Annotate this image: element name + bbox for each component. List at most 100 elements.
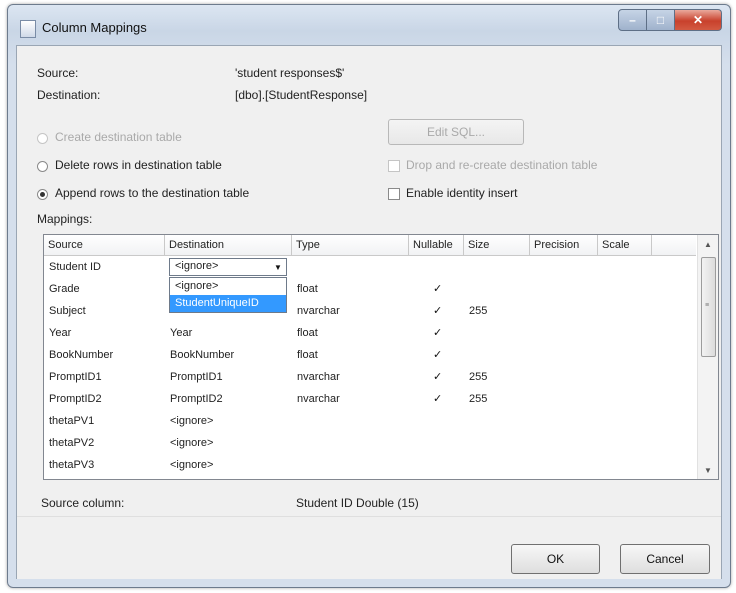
precision-cell [530, 322, 598, 344]
column-header-scale[interactable]: Scale [598, 235, 652, 255]
nullable-cell [409, 454, 464, 476]
size-cell [464, 278, 530, 300]
button-bar: OK Cancel [17, 516, 721, 579]
nullable-cell [409, 410, 464, 432]
ok-button[interactable]: OK [511, 544, 600, 574]
scale-cell [598, 300, 652, 322]
column-header-destination[interactable]: Destination [165, 235, 292, 255]
table-row[interactable]: PromptID2 PromptID2 nvarchar ✓ 255 [44, 388, 696, 410]
cancel-label: Cancel [646, 552, 684, 566]
size-cell: 255 [469, 305, 488, 317]
destination-cell[interactable]: <ignore> [165, 410, 292, 432]
cancel-button[interactable]: Cancel [620, 544, 710, 574]
delete-rows-radio[interactable] [37, 161, 48, 172]
nullable-cell: ✓ [409, 300, 464, 322]
destination-cell[interactable]: <ignore> [165, 432, 292, 454]
dropdown-option-ignore[interactable]: <ignore> [170, 278, 286, 295]
title-bar[interactable]: Column Mappings – □ ✕ [8, 5, 730, 45]
create-table-radio[interactable] [37, 133, 48, 144]
source-cell: Grade [49, 283, 80, 295]
nullable-cell: ✓ [409, 344, 464, 366]
destination-combo[interactable]: <ignore> ▼ [169, 258, 287, 276]
grid-vertical-scrollbar[interactable]: ▲ ≡ ▼ [697, 235, 718, 479]
dropdown-option-studentuniqueid[interactable]: StudentUniqueID [170, 295, 286, 312]
source-cell: PromptID1 [49, 371, 102, 383]
destination-cell[interactable]: BookNumber [165, 344, 292, 366]
scale-cell [598, 432, 652, 454]
checkmark-icon[interactable]: ✓ [433, 350, 443, 361]
checkmark-icon[interactable]: ✓ [433, 306, 443, 317]
table-row[interactable]: Grade float ✓ [44, 278, 696, 300]
enable-identity-checkbox[interactable] [388, 188, 400, 200]
column-header-size[interactable]: Size [464, 235, 530, 255]
close-button[interactable]: ✕ [675, 9, 722, 31]
mappings-label: Mappings: [37, 212, 93, 226]
source-value: 'student responses$' [235, 66, 345, 80]
table-row[interactable]: thetaPV3 <ignore> [44, 454, 696, 476]
destination-cell[interactable]: <ignore> [165, 454, 292, 476]
precision-cell [530, 454, 598, 476]
table-row[interactable]: thetaPV2 <ignore> [44, 432, 696, 454]
maximize-icon: □ [656, 13, 665, 27]
enable-identity-label: Enable identity insert [406, 186, 518, 200]
size-cell: 255 [469, 371, 488, 383]
window-icon [20, 20, 36, 38]
chevron-down-icon[interactable]: ▼ [270, 259, 286, 275]
nullable-cell: ✓ [409, 366, 464, 388]
edit-sql-button[interactable]: Edit SQL... [388, 119, 524, 145]
checkmark-icon[interactable]: ✓ [433, 372, 443, 383]
size-cell [464, 432, 530, 454]
table-row[interactable]: Subject nvarchar ✓ 255 [44, 300, 696, 322]
nullable-cell: ✓ [409, 388, 464, 410]
drop-recreate-checkbox[interactable] [388, 160, 400, 172]
scale-cell [598, 344, 652, 366]
source-cell: BookNumber [49, 349, 114, 361]
table-row[interactable]: Student ID [44, 256, 696, 278]
source-label: Source: [37, 66, 79, 80]
size-cell: 255 [469, 393, 488, 405]
drop-recreate-label: Drop and re-create destination table [406, 158, 598, 172]
precision-cell [530, 256, 598, 278]
precision-cell [530, 366, 598, 388]
scale-cell [598, 366, 652, 388]
column-header-type[interactable]: Type [292, 235, 409, 255]
caption-buttons: – □ ✕ [618, 9, 722, 31]
destination-cell[interactable]: Year [165, 322, 292, 344]
source-cell: Year [49, 327, 72, 339]
size-cell [464, 410, 530, 432]
table-row[interactable]: BookNumber BookNumber float ✓ [44, 344, 696, 366]
maximize-button[interactable]: □ [647, 9, 675, 31]
create-table-label: Create destination table [55, 130, 182, 144]
minimize-icon: – [629, 13, 636, 27]
table-row[interactable]: thetaPV1 <ignore> [44, 410, 696, 432]
append-rows-radio[interactable] [37, 189, 48, 200]
scale-cell [598, 410, 652, 432]
destination-cell[interactable]: PromptID2 [165, 388, 292, 410]
destination-cell[interactable]: PromptID1 [165, 366, 292, 388]
destination-label: Destination: [37, 88, 101, 102]
column-header-precision[interactable]: Precision [530, 235, 598, 255]
destination-dropdown-list: <ignore> StudentUniqueID [169, 277, 287, 313]
precision-cell [530, 388, 598, 410]
scale-cell [598, 278, 652, 300]
column-header-source[interactable]: Source [44, 235, 165, 255]
append-rows-label: Append rows to the destination table [55, 186, 250, 200]
precision-cell [530, 344, 598, 366]
nullable-cell: ✓ [409, 278, 464, 300]
size-cell [464, 256, 530, 278]
scroll-up-icon[interactable]: ▲ [698, 235, 718, 253]
minimize-button[interactable]: – [618, 9, 647, 31]
scale-cell [598, 256, 652, 278]
checkmark-icon[interactable]: ✓ [433, 328, 443, 339]
checkmark-icon[interactable]: ✓ [433, 284, 443, 295]
checkmark-icon[interactable]: ✓ [433, 394, 443, 405]
column-header-nullable[interactable]: Nullable [409, 235, 464, 255]
table-row[interactable]: Year Year float ✓ [44, 322, 696, 344]
destination-value: [dbo].[StudentResponse] [235, 88, 368, 102]
scroll-down-icon[interactable]: ▼ [698, 461, 718, 479]
scrollbar-thumb[interactable]: ≡ [701, 257, 716, 357]
grip-icon: ≡ [705, 302, 710, 309]
table-row[interactable]: PromptID1 PromptID1 nvarchar ✓ 255 [44, 366, 696, 388]
source-cell: Student ID [49, 261, 101, 273]
type-cell: float [297, 349, 318, 361]
